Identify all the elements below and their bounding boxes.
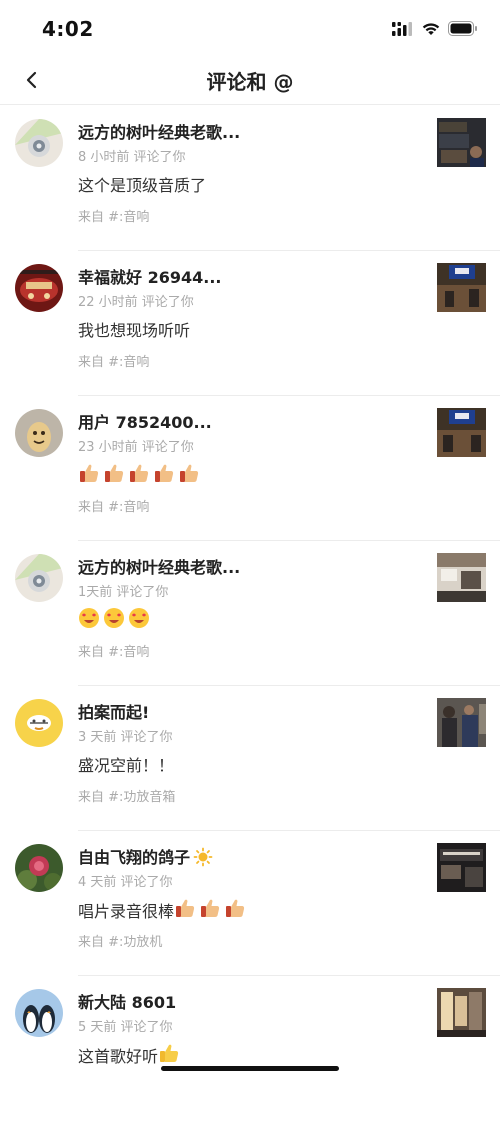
source-tag[interactable]: 来自 #:音响 [78, 206, 149, 225]
comment-meta: 23 小时前 评论了你 [78, 440, 194, 455]
thumbs-up-icon [153, 462, 175, 488]
nav-bar: 评论和 @ [0, 56, 500, 105]
list-item[interactable]: 用户 7852400... 23 小时前 评论了你 来自 #:音响 [0, 396, 500, 541]
avatar[interactable] [15, 844, 63, 892]
thumbs-up-icon [128, 462, 150, 488]
comment-text: 我也想现场听听 [78, 321, 191, 340]
avatar[interactable] [15, 119, 63, 167]
source-tag[interactable]: 来自 #:音响 [78, 641, 149, 660]
status-bar: 4:02 [0, 0, 500, 60]
comment-emojis [78, 462, 203, 488]
username[interactable]: 幸福就好 26944... [78, 264, 221, 288]
post-thumbnail[interactable] [437, 698, 486, 747]
comment-meta: 22 小时前 评论了你 [78, 295, 194, 310]
username[interactable]: 自由飞翔的鸽子 [78, 844, 216, 871]
comment-meta: 1天前 评论了你 [78, 585, 169, 600]
post-thumbnail[interactable] [437, 263, 486, 312]
status-time: 4:02 [42, 17, 94, 41]
source-tag[interactable]: 来自 #:音响 [78, 351, 149, 370]
list-item[interactable]: 远方的树叶经典老歌... 8 小时前 评论了你 这个是顶级音质了 来自 #:音响 [0, 106, 500, 251]
wifi-icon [422, 22, 440, 35]
avatar[interactable] [15, 554, 63, 602]
thumbs-up-icon [174, 897, 196, 923]
list-item[interactable]: 幸福就好 26944... 22 小时前 评论了你 我也想现场听听 来自 #:音… [0, 251, 500, 396]
comment-meta: 8 小时前 评论了你 [78, 150, 186, 165]
comment-text: 唱片录音很棒 [78, 897, 249, 923]
avatar[interactable] [15, 409, 63, 457]
list-item[interactable]: 新大陆 8601 5 天前 评论了你 这首歌好听 [0, 976, 500, 1121]
thumbs-up-icon [178, 462, 200, 488]
post-thumbnail[interactable] [437, 408, 486, 457]
thumbs-up-icon [78, 462, 100, 488]
list-item[interactable]: 远方的树叶经典老歌... 1天前 评论了你 来自 #:音响 [0, 541, 500, 686]
avatar[interactable] [15, 989, 63, 1037]
source-tag[interactable]: 来自 #:功放机 [78, 931, 162, 950]
thumbs-up-icon [158, 1042, 180, 1068]
money-face-icon [103, 607, 125, 633]
source-tag[interactable]: 来自 #:功放音箱 [78, 786, 175, 805]
page-title: 评论和 @ [206, 70, 294, 94]
source-tag[interactable]: 来自 #:音响 [78, 496, 149, 515]
comment-text: 这个是顶级音质了 [78, 176, 207, 195]
sun-icon [193, 847, 213, 871]
comment-feed[interactable]: 远方的树叶经典老歌... 8 小时前 评论了你 这个是顶级音质了 来自 #:音响 [0, 106, 500, 1121]
post-thumbnail[interactable] [437, 553, 486, 602]
username[interactable]: 拍案而起! [78, 699, 149, 723]
thumbs-up-icon [224, 897, 246, 923]
comment-text: 盛况空前！！ [78, 756, 175, 775]
username[interactable]: 远方的树叶经典老歌... [78, 119, 240, 143]
username[interactable]: 用户 7852400... [78, 409, 212, 433]
status-icons [392, 21, 478, 36]
username[interactable]: 远方的树叶经典老歌... [78, 554, 240, 578]
comment-meta: 5 天前 评论了你 [78, 1020, 173, 1035]
post-thumbnail[interactable] [437, 843, 486, 892]
cellular-signal-icon [392, 21, 412, 36]
comment-text: 这首歌好听 [78, 1042, 183, 1068]
comment-emojis [78, 607, 153, 633]
list-item[interactable]: 自由飞翔的鸽子 4 天前 评论了你 唱片录音很棒 来自 #:功放机 [0, 831, 500, 976]
list-item[interactable]: 拍案而起! 3 天前 评论了你 盛况空前！！ 来自 #:功放音箱 [0, 686, 500, 831]
money-face-icon [78, 607, 100, 633]
home-indicator[interactable] [161, 1066, 339, 1071]
comment-meta: 4 天前 评论了你 [78, 875, 173, 890]
money-face-icon [128, 607, 150, 633]
post-thumbnail[interactable] [437, 118, 486, 167]
battery-icon [448, 21, 477, 36]
avatar[interactable] [15, 264, 63, 312]
thumbs-up-icon [103, 462, 125, 488]
avatar[interactable] [15, 699, 63, 747]
username[interactable]: 新大陆 8601 [78, 989, 176, 1013]
comment-meta: 3 天前 评论了你 [78, 730, 173, 745]
post-thumbnail[interactable] [437, 988, 486, 1037]
thumbs-up-icon [199, 897, 221, 923]
